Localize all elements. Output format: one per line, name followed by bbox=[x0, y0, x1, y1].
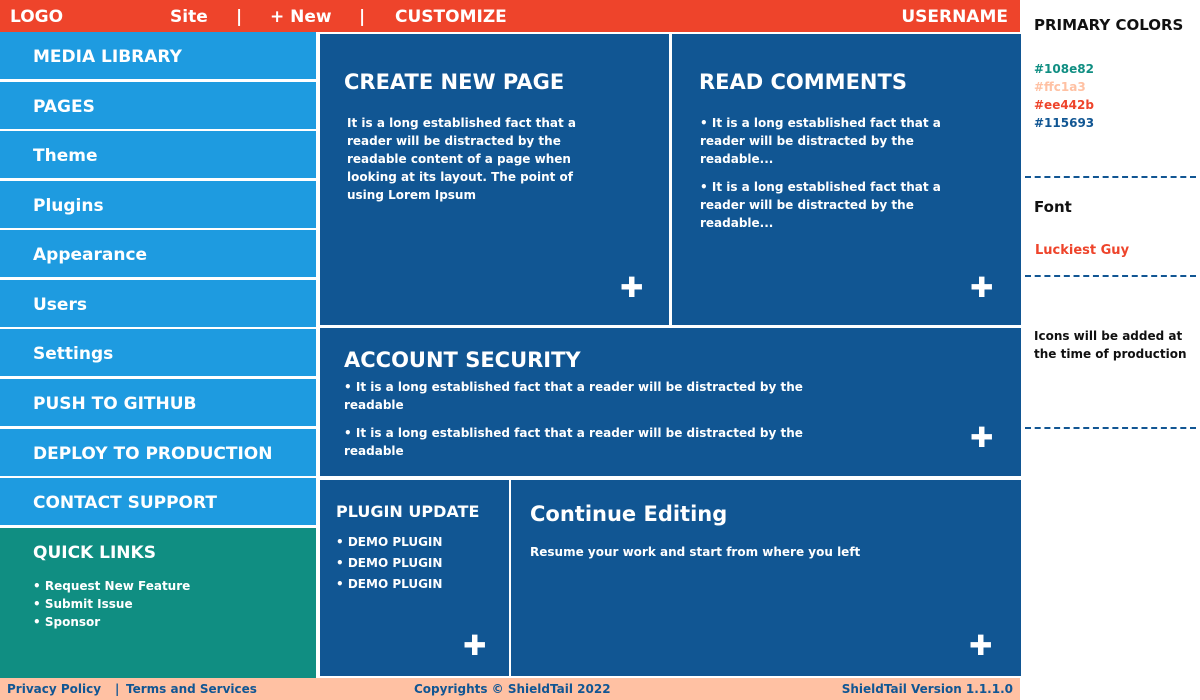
card-body: It is a long established fact that a rea… bbox=[347, 116, 577, 202]
sidebar-item-contact-support[interactable]: CONTACT SUPPORT bbox=[0, 478, 316, 525]
sidebar-item-users[interactable]: Users bbox=[0, 280, 316, 327]
color-swatch: #115693 bbox=[1034, 116, 1095, 130]
nav-separator: | bbox=[236, 7, 243, 27]
primary-colors-title: PRIMARY COLORS bbox=[1034, 16, 1184, 34]
sidebar-item-push-to-github[interactable]: PUSH TO GITHUB bbox=[0, 379, 316, 426]
list-item: • Submit Issue bbox=[33, 595, 190, 613]
sidebar-item-deploy-to-production[interactable]: DEPLOY TO PRODUCTION bbox=[0, 429, 316, 476]
plugin-update-card: PLUGIN UPDATE • DEMO PLUGIN • DEMO PLUGI… bbox=[320, 480, 509, 676]
list-item: • DEMO PLUGIN bbox=[336, 535, 443, 549]
style-guide-panel: PRIMARY COLORS #108e82 #ffc1a3 #ee442b #… bbox=[1022, 0, 1200, 700]
list-item: • It is a long established fact that a r… bbox=[700, 116, 941, 166]
list-item: • It is a long established fact that a r… bbox=[344, 426, 803, 458]
sidebar-item-settings[interactable]: Settings bbox=[0, 329, 316, 376]
add-icon[interactable]: ✚ bbox=[970, 424, 993, 452]
sidebar-item-appearance[interactable]: Appearance bbox=[0, 230, 316, 277]
divider bbox=[1025, 275, 1196, 277]
add-icon[interactable]: ✚ bbox=[620, 274, 643, 302]
sidebar-item-label: Users bbox=[33, 295, 87, 315]
list-item: • It is a long established fact that a r… bbox=[700, 180, 941, 230]
comments-list: • It is a long established fact that a r… bbox=[700, 114, 965, 242]
security-list: • It is a long established fact that a r… bbox=[344, 378, 864, 470]
list-item: • Sponsor bbox=[33, 613, 190, 631]
version-text: ShieldTail Version 1.1.1.0 bbox=[841, 682, 1013, 696]
terms-link[interactable]: Terms and Services bbox=[126, 682, 257, 696]
footer: Privacy Policy | Terms and Services Copy… bbox=[0, 678, 1020, 700]
list-item: • Request New Feature bbox=[33, 577, 190, 595]
sponsor-link[interactable]: • Sponsor bbox=[33, 615, 100, 629]
card-title: READ COMMENTS bbox=[699, 70, 907, 94]
add-icon[interactable]: ✚ bbox=[463, 632, 486, 660]
divider bbox=[1025, 427, 1196, 429]
sidebar-item-label: Settings bbox=[33, 344, 114, 364]
copyright-text: Copyrights © ShieldTail 2022 bbox=[414, 682, 611, 696]
sidebar-item-label: PUSH TO GITHUB bbox=[33, 394, 197, 414]
logo[interactable]: LOGO bbox=[10, 7, 63, 27]
card-title: Continue Editing bbox=[530, 502, 728, 526]
card-title: PLUGIN UPDATE bbox=[336, 502, 480, 521]
top-nav-bar: LOGO Site | + New | CUSTOMIZE USERNAME bbox=[0, 0, 1020, 32]
continue-editing-card: Continue Editing Resume your work and st… bbox=[511, 480, 1021, 676]
divider bbox=[1025, 176, 1196, 178]
sidebar-item-label: CONTACT SUPPORT bbox=[33, 493, 217, 513]
privacy-policy-link[interactable]: Privacy Policy bbox=[7, 682, 101, 696]
card-title: CREATE NEW PAGE bbox=[344, 70, 565, 94]
sidebar: MEDIA LIBRARY PAGES Theme Plugins Appear… bbox=[0, 32, 318, 678]
site-menu-link[interactable]: Site bbox=[170, 7, 208, 27]
sidebar-item-plugins[interactable]: Plugins bbox=[0, 181, 316, 228]
account-security-card: ACCOUNT SECURITY • It is a long establis… bbox=[320, 328, 1021, 476]
color-swatch: #ee442b bbox=[1034, 98, 1094, 112]
quick-links-title: QUICK LINKS bbox=[33, 543, 156, 563]
quick-links-list: • Request New Feature • Submit Issue • S… bbox=[33, 577, 190, 631]
sidebar-item-label: Plugins bbox=[33, 196, 104, 216]
read-comments-card: READ COMMENTS • It is a long established… bbox=[672, 34, 1021, 325]
submit-issue-link[interactable]: • Submit Issue bbox=[33, 597, 133, 611]
add-icon[interactable]: ✚ bbox=[969, 632, 992, 660]
sidebar-item-media-library[interactable]: MEDIA LIBRARY bbox=[0, 32, 316, 79]
customize-link[interactable]: CUSTOMIZE bbox=[395, 7, 507, 27]
sidebar-item-label: Appearance bbox=[33, 245, 148, 265]
quick-links-panel: QUICK LINKS • Request New Feature • Subm… bbox=[0, 528, 316, 678]
username-menu[interactable]: USERNAME bbox=[901, 7, 1008, 27]
font-title: Font bbox=[1034, 198, 1072, 216]
create-page-card: CREATE NEW PAGE It is a long established… bbox=[320, 34, 669, 325]
sidebar-item-label: Theme bbox=[33, 146, 98, 166]
sidebar-item-label: MEDIA LIBRARY bbox=[33, 47, 182, 67]
sidebar-item-pages[interactable]: PAGES bbox=[0, 82, 316, 129]
font-name: Luckiest Guy bbox=[1035, 243, 1130, 258]
plugin-list: • DEMO PLUGIN • DEMO PLUGIN • DEMO PLUGI… bbox=[336, 532, 442, 595]
list-item: • DEMO PLUGIN bbox=[336, 556, 443, 570]
nav-separator: | bbox=[359, 7, 366, 27]
color-swatch: #ffc1a3 bbox=[1034, 80, 1086, 94]
sidebar-item-label: PAGES bbox=[33, 97, 95, 117]
new-button[interactable]: + New bbox=[270, 7, 332, 27]
add-icon[interactable]: ✚ bbox=[970, 274, 993, 302]
icons-note: Icons will be added at the time of produ… bbox=[1034, 329, 1187, 361]
card-body: Resume your work and start from where yo… bbox=[530, 545, 861, 559]
color-swatch: #108e82 bbox=[1034, 62, 1094, 76]
card-title: ACCOUNT SECURITY bbox=[344, 348, 581, 372]
request-feature-link[interactable]: • Request New Feature bbox=[33, 579, 190, 593]
sidebar-item-theme[interactable]: Theme bbox=[0, 131, 316, 178]
sidebar-item-label: DEPLOY TO PRODUCTION bbox=[33, 444, 273, 464]
list-item: • It is a long established fact that a r… bbox=[344, 380, 803, 412]
list-item: • DEMO PLUGIN bbox=[336, 577, 443, 591]
color-swatch-list: #108e82 #ffc1a3 #ee442b #115693 bbox=[1034, 60, 1094, 132]
footer-separator: | bbox=[115, 682, 120, 696]
